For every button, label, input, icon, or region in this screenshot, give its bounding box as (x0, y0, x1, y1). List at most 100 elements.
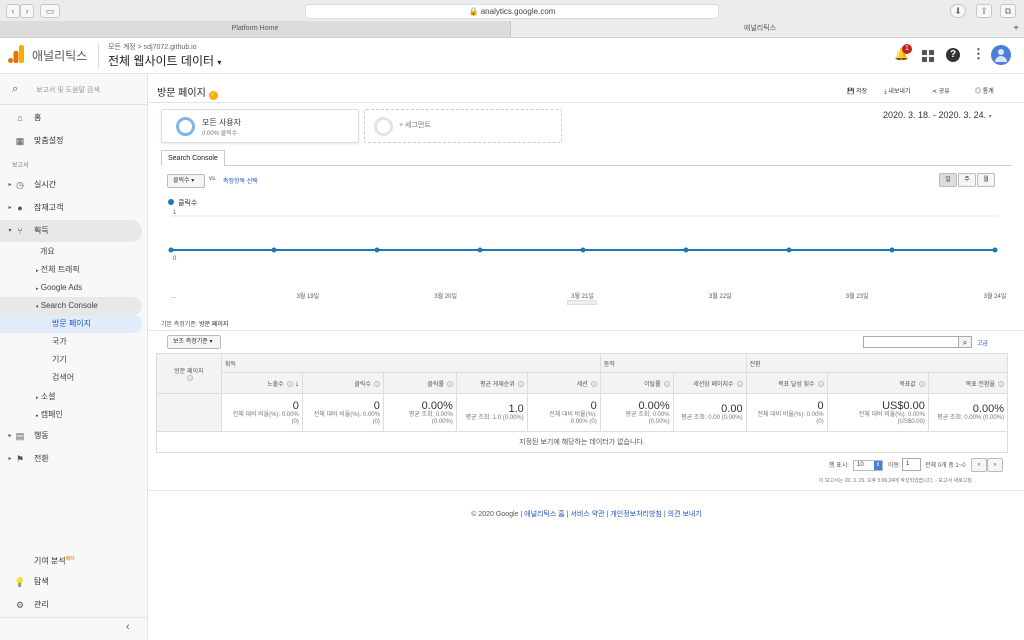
total-cell: 0 전체 대비 비율(%): 0.00% (0) (220, 393, 303, 432)
share-button[interactable]: ⋖ 공유 (932, 86, 950, 95)
caret-down-icon: ▾ (191, 178, 195, 184)
col-metric[interactable]: 평균 게재순위? (455, 372, 528, 394)
col-metric[interactable]: 노출수? ↓ (220, 372, 303, 394)
col-landing-page[interactable]: 방문 페이지? (156, 353, 222, 394)
footer-link-privacy[interactable]: 개인정보처리방침 (610, 511, 662, 518)
nav-realtime-label: 실시간 (34, 180, 57, 189)
vs-label: vs. (209, 176, 217, 182)
footer-link-feedback[interactable]: 의견 보내기 (668, 511, 702, 518)
nav-customization[interactable]: ▦ 맞춤설정 (0, 130, 142, 152)
nav-realtime[interactable]: ▸ ◷ 실시간 (0, 174, 142, 196)
granularity-week-button[interactable]: 주 (958, 173, 976, 187)
nav-audience[interactable]: ▸ ● 잠재고객 (0, 197, 142, 219)
total-sub: 평균 조회: 1.0 (0.00%) (465, 415, 524, 421)
nav-devices[interactable]: 기기 (52, 351, 67, 369)
col-metric[interactable]: 목표값? (826, 372, 929, 394)
granularity-month-button[interactable]: 월 (977, 173, 995, 187)
granularity-day-button[interactable]: 일 (939, 173, 957, 187)
tab-analytics[interactable]: 애널리틱스 (512, 21, 1008, 37)
apps-grid-icon[interactable] (922, 50, 934, 62)
total-cell: 0 전체 대비 비율(%): 0.00% (0) (301, 393, 384, 432)
data-point[interactable] (992, 247, 998, 253)
data-point[interactable] (477, 247, 483, 253)
sort-arrow-icon[interactable]: ↓ (293, 379, 299, 388)
expand-arrow-icon: ▸ (36, 395, 39, 401)
nav-admin[interactable]: ⚙ 관리 (0, 594, 142, 616)
data-point[interactable] (683, 247, 689, 253)
new-tab-button[interactable]: + (1008, 21, 1024, 37)
col-metric[interactable]: 목표 전환율? (927, 372, 1009, 394)
divider (149, 330, 1024, 331)
prev-page-button[interactable]: ‹ (971, 458, 987, 472)
metric-dropdown[interactable]: 클릭수 ▾ (167, 174, 205, 188)
nav-home-label: 홈 (34, 113, 42, 122)
data-point[interactable] (168, 247, 174, 253)
data-point[interactable] (889, 247, 895, 253)
nav-queries[interactable]: 검색어 (52, 369, 74, 387)
table-search-icon[interactable]: ⌕ (958, 336, 972, 348)
nav-countries[interactable]: 국가 (52, 333, 67, 351)
download-icon[interactable]: ⬇ (950, 4, 966, 18)
col-metric[interactable]: 이탈률? (599, 372, 674, 394)
col-metric-label: 세션 (576, 381, 588, 388)
secondary-dimension-dropdown[interactable]: 보조 측정기준 ▾ (167, 335, 221, 349)
forward-button[interactable]: › (20, 4, 34, 18)
nav-acquisition-label: 획득 (34, 226, 49, 235)
nav-acq-campaigns[interactable]: ▸ 캠페인 (36, 406, 63, 424)
chart-resize-handle[interactable] (567, 300, 597, 305)
data-point[interactable] (580, 247, 586, 253)
next-page-button[interactable]: › (987, 458, 1003, 472)
total-cell: 0 전체 대비 비율(%): 0.00% (0) (526, 393, 601, 432)
avatar[interactable] (991, 45, 1011, 65)
col-metric[interactable]: 세션당 페이지수? (672, 372, 747, 394)
rows-select[interactable]: 10 ⇕ (853, 460, 883, 471)
nav-discover[interactable]: 💡 탐색 (0, 571, 142, 593)
col-metric[interactable]: 클릭수? (301, 372, 384, 394)
nav-landing-pages[interactable]: 방문 페이지 (0, 315, 142, 333)
table-search-input[interactable] (863, 336, 959, 348)
share-icon[interactable]: ⇪ (976, 4, 992, 18)
date-range-picker[interactable]: 2020. 3. 18. - 2020. 3. 24. ▾ (883, 110, 992, 120)
data-point[interactable] (271, 247, 277, 253)
nav-acq-all-traffic[interactable]: ▸ 전체 트래픽 (36, 261, 80, 279)
tab-platform-home[interactable]: Platform Home (0, 21, 511, 37)
select-metric-link[interactable]: 측정항목 선택 (223, 176, 258, 185)
data-point[interactable] (786, 247, 792, 253)
tabs-icon[interactable]: ⧉ (1000, 4, 1016, 18)
total-sub: 전체 대비 비율(%): 0.00% (0) (757, 411, 824, 425)
advanced-filter-link[interactable]: 고급 (977, 338, 988, 347)
col-metric[interactable]: 목표 달성 횟수? (745, 372, 828, 394)
nav-attribution[interactable]: 기여 분석베타 (0, 548, 142, 570)
sidebar-toggle-icon[interactable]: ▭ (40, 4, 60, 18)
nav-acq-social[interactable]: ▸ 소셜 (36, 388, 55, 406)
back-button[interactable]: ‹ (6, 4, 20, 18)
goto-input[interactable]: 1 (902, 458, 921, 471)
col-metric[interactable]: 세션? (526, 372, 601, 394)
nav-acq-google-ads[interactable]: ▸ Google Ads (36, 279, 82, 297)
footer-link-home[interactable]: 애널리틱스 홈 (524, 511, 565, 518)
footer-link-terms[interactable]: 서비스 약관 (570, 511, 604, 518)
add-segment-button[interactable]: + 세그먼트 (364, 109, 562, 143)
x-tick-label: 3월 22일 (709, 292, 732, 300)
address-bar[interactable]: 🔒 analytics.google.com (305, 4, 719, 19)
help-icon: ? (918, 380, 925, 387)
nav-home[interactable]: ⌂ 홈 (0, 107, 142, 129)
view-selector[interactable]: 전체 웹사이트 데이터 ▾ (108, 52, 221, 69)
collapse-nav-icon[interactable]: ‹ (126, 621, 130, 633)
col-metric[interactable]: 클릭률? (382, 372, 457, 394)
nav-acq-overview[interactable]: 개요 (40, 243, 55, 261)
tab-search-console[interactable]: Search Console (161, 150, 225, 166)
segment-all-users[interactable]: 모든 사용자 0.00% 클릭수 (161, 109, 359, 143)
help-icon: ? (446, 380, 453, 387)
nav-conversions[interactable]: ▸ ⚑ 전환 (0, 448, 142, 470)
insights-button[interactable]: ◎ 통계 (975, 86, 994, 95)
search-input[interactable]: 보고서 및 도움말 검색 (36, 85, 100, 95)
export-button[interactable]: ⤓ 내보내기 (884, 86, 910, 96)
nav-behavior[interactable]: ▸ ▤ 행동 (0, 425, 142, 447)
help-icon[interactable]: ? (946, 48, 960, 62)
save-button[interactable]: 💾 저장 (847, 86, 867, 95)
data-point[interactable] (374, 247, 380, 253)
nav-acq-search-console[interactable]: ▾ Search Console (0, 297, 142, 315)
nav-acquisition[interactable]: ▾ ⑂ 획득 (0, 220, 142, 242)
more-vert-icon[interactable]: ⋮ (972, 46, 985, 62)
